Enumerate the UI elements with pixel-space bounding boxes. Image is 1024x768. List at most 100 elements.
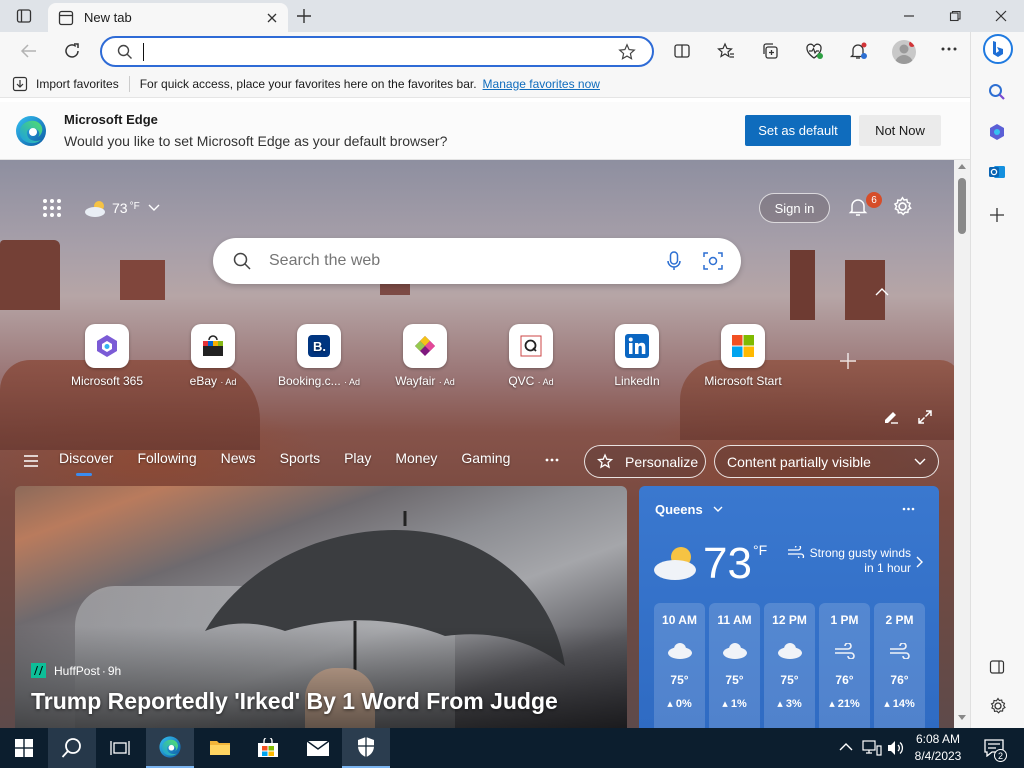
import-favorites-button[interactable]: Import favorites (12, 76, 119, 92)
chevron-right-icon[interactable] (916, 556, 923, 568)
shortcut-wayfair[interactable]: Wayfair · Ad (372, 324, 478, 388)
more-tabs-icon[interactable] (545, 458, 559, 462)
add-favorite-star-icon[interactable] (618, 42, 636, 61)
sign-in-button[interactable]: Sign in (759, 193, 830, 223)
weather-alert[interactable]: Strong gusty winds in 1 hour (807, 546, 911, 575)
not-now-button[interactable]: Not Now (859, 115, 941, 146)
taskbar-edge-icon[interactable] (146, 728, 194, 768)
feed-notifications-bell-icon[interactable] (848, 197, 868, 217)
windows-start-icon[interactable] (0, 728, 48, 768)
minimize-icon[interactable] (902, 9, 916, 23)
web-search-input[interactable] (269, 252, 667, 270)
sidebar-microsoft365-icon[interactable] (988, 123, 1006, 141)
browser-essentials-icon[interactable] (805, 42, 825, 60)
address-bar[interactable] (100, 36, 654, 67)
mail-icon[interactable] (294, 728, 342, 768)
hour-precip-value: 21% (837, 698, 860, 710)
edit-background-icon[interactable] (883, 409, 899, 425)
visual-search-icon[interactable] (703, 251, 723, 271)
collections-icon[interactable] (761, 42, 779, 60)
sidebar-outlook-icon[interactable] (988, 163, 1006, 181)
collapse-chevron-up-icon[interactable] (875, 288, 889, 296)
tab-play[interactable]: Play (344, 450, 371, 466)
manage-favorites-link[interactable]: Manage favorites now (483, 77, 600, 91)
scrollbar-thumb[interactable] (958, 178, 966, 234)
set-as-default-button[interactable]: Set as default (745, 115, 851, 146)
weather-widget-button[interactable]: 73 °F (84, 198, 160, 218)
hour-precip: ▴ 3% (764, 697, 815, 710)
hourly-forecast-item[interactable]: 2 PM 76° ▴ 14% (874, 603, 925, 728)
close-window-icon[interactable] (994, 9, 1008, 23)
network-icon[interactable] (862, 740, 882, 756)
sidebar-settings-icon[interactable] (989, 697, 1007, 715)
tab-actions-icon[interactable] (16, 8, 32, 24)
new-tab-plus-icon[interactable] (296, 8, 312, 24)
hour-precip: ▴ 1% (709, 697, 760, 710)
show-hidden-icons-chevron-icon[interactable] (839, 742, 853, 751)
sidebar-toggle-icon[interactable] (989, 659, 1005, 675)
bing-copilot-icon[interactable] (983, 34, 1013, 64)
back-arrow-icon[interactable] (20, 43, 38, 59)
web-search-box[interactable] (213, 238, 741, 284)
tab-following[interactable]: Following (137, 450, 196, 466)
tab-gaming[interactable]: Gaming (461, 450, 510, 466)
shortcut-microsoft365[interactable]: Microsoft 365 (54, 324, 160, 388)
feed-menu-icon[interactable] (24, 455, 38, 467)
qvc-logo-icon (509, 324, 553, 368)
hour-precip-value: 0% (675, 698, 692, 710)
task-view-icon[interactable] (96, 728, 144, 768)
weather-more-icon[interactable] (902, 507, 915, 511)
personalize-button[interactable]: Personalize (584, 445, 706, 478)
volume-icon[interactable] (887, 740, 905, 756)
content-visibility-dropdown[interactable]: Content partially visible (714, 445, 939, 478)
infobar-title: Microsoft Edge (64, 112, 158, 127)
ebay-bag-icon (191, 324, 235, 368)
hourly-forecast-item[interactable]: 10 AM 75° ▴ 0% (654, 603, 705, 728)
weather-location[interactable]: Queens (655, 502, 723, 517)
tab-money[interactable]: Money (395, 450, 437, 466)
scroll-up-arrow-icon[interactable] (958, 164, 966, 169)
expand-icon[interactable] (917, 409, 933, 425)
scroll-down-arrow-icon[interactable] (958, 715, 966, 720)
sidebar-add-icon[interactable] (989, 207, 1005, 223)
taskbar-search-icon[interactable] (48, 728, 96, 768)
more-menu-icon[interactable] (941, 46, 957, 52)
tab-new-tab[interactable]: New tab (48, 3, 288, 32)
notifications-bell-icon[interactable] (849, 42, 869, 60)
tab-news[interactable]: News (221, 450, 256, 466)
weather-current-unit: °F (753, 542, 768, 558)
windows-security-icon[interactable] (342, 728, 390, 768)
restore-icon[interactable] (948, 9, 962, 23)
refresh-icon[interactable] (63, 42, 81, 60)
sidebar-search-icon[interactable] (988, 83, 1006, 101)
microsoft-store-icon[interactable] (244, 728, 292, 768)
taskbar-clock[interactable]: 6:08 AM 8/4/2023 (908, 731, 968, 765)
add-shortcut-plus-icon[interactable] (839, 352, 857, 370)
shortcut-microsoft-start[interactable]: Microsoft Start (690, 324, 796, 388)
hourly-forecast-item[interactable]: 11 AM 75° ▴ 1% (709, 603, 760, 728)
tab-sports[interactable]: Sports (280, 450, 320, 466)
shortcut-ebay[interactable]: eBay · Ad (160, 324, 266, 388)
page-settings-gear-icon[interactable] (892, 196, 913, 217)
news-card[interactable]: HuffPost · 9h Trump Reportedly 'Irked' By … (15, 486, 627, 728)
shortcut-linkedin[interactable]: LinkedIn (584, 324, 690, 388)
news-headline[interactable]: Trump Reportedly 'Irked' By 1 Word From … (31, 688, 558, 715)
address-input[interactable] (143, 42, 618, 61)
profile-avatar[interactable] (892, 40, 916, 64)
hour-precip-value: 14% (892, 698, 915, 710)
hourly-forecast-item[interactable]: 1 PM 76° ▴ 21% (819, 603, 870, 728)
shortcut-qvc[interactable]: QVC · Ad (478, 324, 584, 388)
page-scrollbar[interactable] (954, 160, 970, 728)
hour-time: 2 PM (885, 613, 914, 627)
weather-card[interactable]: Queens 73 °F Strong gusty winds in 1 hou… (639, 486, 939, 728)
shortcut-booking[interactable]: B. Booking.c... · Ad (266, 324, 372, 388)
file-explorer-icon[interactable] (196, 728, 244, 768)
import-favorites-label: Import favorites (36, 76, 119, 91)
split-screen-icon[interactable] (673, 42, 691, 60)
close-tab-icon[interactable] (266, 12, 278, 24)
apps-launcher-icon[interactable] (42, 198, 62, 218)
microphone-icon[interactable] (667, 251, 681, 271)
tab-discover[interactable]: Discover (59, 450, 113, 466)
hourly-forecast-item[interactable]: 12 PM 75° ▴ 3% (764, 603, 815, 728)
favorites-icon[interactable] (717, 42, 735, 60)
